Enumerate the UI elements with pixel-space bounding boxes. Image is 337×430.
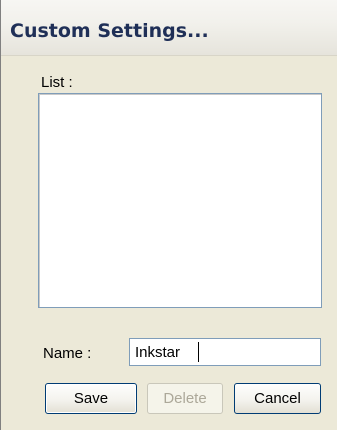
save-button[interactable]: Save <box>45 383 137 414</box>
text-caret <box>198 342 199 362</box>
delete-button[interactable]: Delete <box>147 383 223 414</box>
dialog-title: Custom Settings... <box>10 20 209 42</box>
custom-settings-dialog: Custom Settings... List : Name : Save De… <box>0 0 337 430</box>
name-input[interactable] <box>129 338 321 366</box>
name-label: Name : <box>43 345 92 362</box>
cancel-button[interactable]: Cancel <box>234 383 321 414</box>
settings-listbox[interactable] <box>38 93 322 308</box>
title-bar[interactable]: Custom Settings... <box>1 0 337 56</box>
list-label: List : <box>41 74 73 91</box>
